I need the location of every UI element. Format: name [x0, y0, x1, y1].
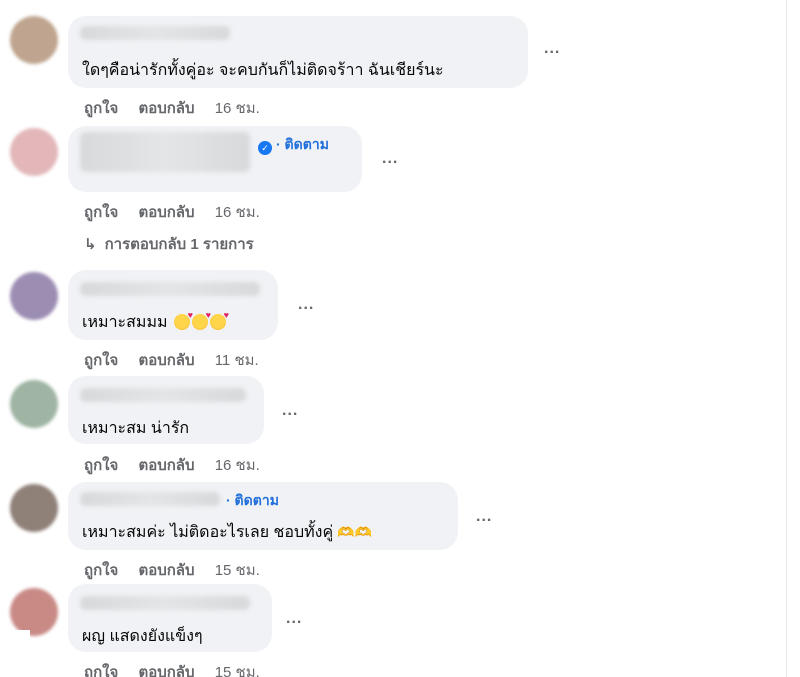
- comment-text-content: เหมาะสมมม: [82, 314, 168, 331]
- like-button[interactable]: ถูกใจ: [84, 457, 118, 474]
- comment-text: ผญ แสดงยังแข็งๆ: [82, 628, 203, 645]
- smiling-face-with-hearts-icon: [210, 310, 229, 330]
- like-button[interactable]: ถูกใจ: [84, 562, 118, 579]
- comment-bubble: เหมาะสมมม: [68, 270, 278, 340]
- comment-timestamp[interactable]: 16 ชม.: [215, 100, 260, 117]
- comments-panel: ใดๆคือน่ารักทั้งคู่อะ จะคบกันก็ไม่ติดจร้…: [0, 0, 800, 677]
- avatar[interactable]: [10, 588, 58, 636]
- avatar[interactable]: [10, 380, 58, 428]
- smiling-face-with-hearts-icon: [174, 310, 193, 330]
- comment-timestamp[interactable]: 15 ชม.: [215, 664, 260, 677]
- comment-timestamp[interactable]: 16 ชม.: [215, 204, 260, 221]
- comment-bubble: เหมาะสม น่ารัก: [68, 376, 264, 444]
- smiling-face-with-hearts-icon: [192, 310, 211, 330]
- comment-actions: ถูกใจ ตอบกลับ 15 ชม.: [84, 558, 276, 582]
- comment-text: เหมาะสมมม: [82, 310, 229, 335]
- comment-bubble: ✓ · ติดตาม: [68, 126, 362, 192]
- reply-button[interactable]: ตอบกลับ: [138, 352, 194, 369]
- comment-text-content: เหมาะสมค่ะ ไม่ติดอะไรเลย ชอบทั้งคู่: [82, 524, 334, 541]
- comment-timestamp[interactable]: 11 ชม.: [215, 352, 259, 369]
- replies-count[interactable]: การตอบกลับ 1 รายการ: [105, 236, 254, 253]
- comment-actions: ถูกใจ ตอบกลับ 16 ชม.: [84, 453, 276, 477]
- reply-button[interactable]: ตอบกลับ: [138, 664, 194, 677]
- comment-text: เหมาะสมค่ะ ไม่ติดอะไรเลย ชอบทั้งคู่ 🫶🫶: [82, 520, 372, 545]
- comment-actions: ถูกใจ ตอบกลับ 15 ชม.: [84, 660, 276, 677]
- comment-actions: ถูกใจ ตอบกลับ 16 ชม.: [84, 96, 276, 120]
- author-name[interactable]: [80, 282, 260, 296]
- comment-text: เหมาะสม น่ารัก: [82, 420, 190, 437]
- author-name[interactable]: [80, 132, 250, 172]
- comment-bubble: · ติดตาม เหมาะสมค่ะ ไม่ติดอะไรเลย ชอบทั้…: [68, 482, 458, 550]
- author-name[interactable]: [80, 596, 250, 610]
- view-replies-link[interactable]: ↳ การตอบกลับ 1 รายการ: [84, 232, 254, 256]
- follow-label[interactable]: · ติดตาม: [276, 136, 329, 152]
- comment-actions: ถูกใจ ตอบกลับ 11 ชม.: [84, 348, 275, 372]
- more-options-icon[interactable]: ...: [544, 40, 560, 58]
- reply-button[interactable]: ตอบกลับ: [138, 562, 194, 579]
- like-button[interactable]: ถูกใจ: [84, 352, 118, 369]
- comment-text: ใดๆคือน่ารักทั้งคู่อะ จะคบกันก็ไม่ติดจร้…: [82, 62, 444, 79]
- avatar-mask: [0, 630, 30, 677]
- more-options-icon[interactable]: ...: [286, 610, 302, 628]
- author-name[interactable]: [80, 26, 230, 40]
- reply-arrow-icon: ↳: [84, 236, 97, 253]
- panel-border: [786, 0, 787, 677]
- avatar[interactable]: [10, 16, 58, 64]
- follow-link[interactable]: · ติดตาม: [226, 490, 279, 512]
- avatar[interactable]: [10, 272, 58, 320]
- more-options-icon[interactable]: ...: [298, 296, 314, 314]
- author-name[interactable]: [80, 492, 220, 506]
- avatar[interactable]: [10, 484, 58, 532]
- avatar[interactable]: [10, 128, 58, 176]
- verified-badge-icon: ✓: [258, 141, 272, 155]
- like-button[interactable]: ถูกใจ: [84, 664, 118, 677]
- reply-button[interactable]: ตอบกลับ: [138, 100, 194, 117]
- like-button[interactable]: ถูกใจ: [84, 204, 118, 221]
- like-button[interactable]: ถูกใจ: [84, 100, 118, 117]
- more-options-icon[interactable]: ...: [476, 508, 492, 526]
- comment-actions: ถูกใจ ตอบกลับ 16 ชม.: [84, 200, 276, 224]
- reply-button[interactable]: ตอบกลับ: [138, 204, 194, 221]
- reply-button[interactable]: ตอบกลับ: [138, 457, 194, 474]
- comment-bubble: ผญ แสดงยังแข็งๆ: [68, 584, 272, 652]
- heart-hands-icon: 🫶🫶: [337, 524, 373, 540]
- follow-link[interactable]: ✓ · ติดตาม: [258, 134, 329, 156]
- more-options-icon[interactable]: ...: [382, 150, 398, 168]
- comment-timestamp[interactable]: 15 ชม.: [215, 562, 260, 579]
- comment-bubble: ใดๆคือน่ารักทั้งคู่อะ จะคบกันก็ไม่ติดจร้…: [68, 16, 528, 88]
- more-options-icon[interactable]: ...: [282, 402, 298, 420]
- author-name[interactable]: [80, 388, 246, 402]
- comment-timestamp[interactable]: 16 ชม.: [215, 457, 260, 474]
